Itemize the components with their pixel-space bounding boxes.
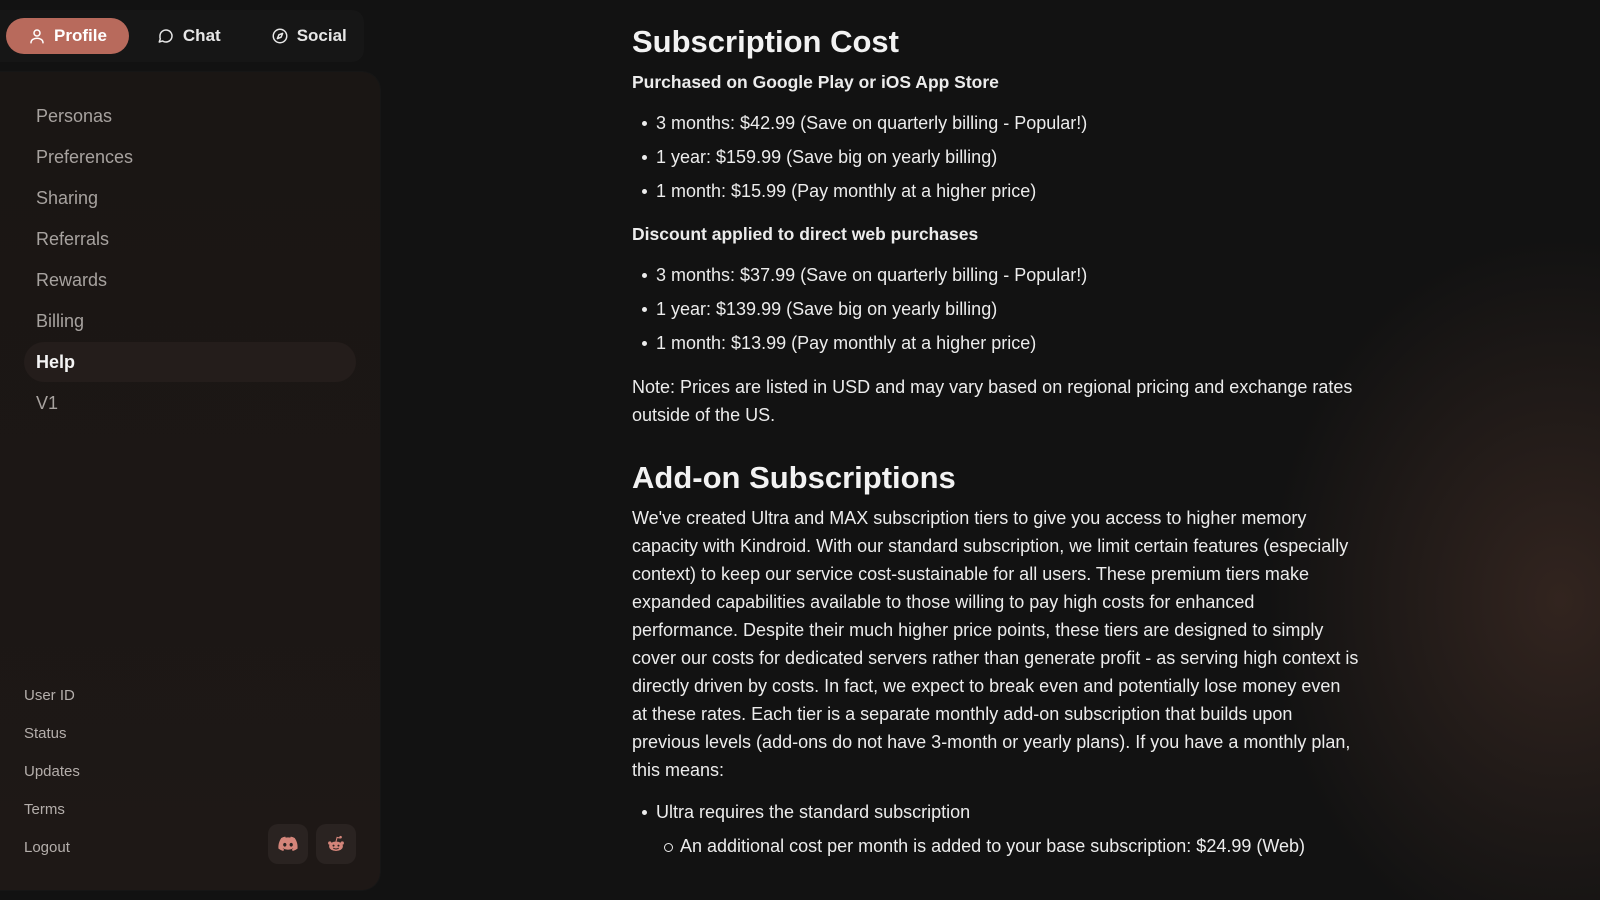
tab-profile[interactable]: Profile xyxy=(6,18,129,54)
tab-label: Social xyxy=(296,26,347,45)
compass-icon xyxy=(272,28,288,44)
addon-paragraph: We've created Ultra and MAX subscription… xyxy=(632,508,1359,780)
section-title-subscription-cost: Subscription Cost xyxy=(632,24,899,59)
help-article: Subscription Cost Purchased on Google Pl… xyxy=(632,22,1360,863)
sidebar-item-preferences[interactable]: Preferences xyxy=(24,137,356,177)
list-item: 1 month: $15.99 (Pay monthly at a higher… xyxy=(632,174,1360,208)
store-price-list: 3 months: $42.99 (Save on quarterly bill… xyxy=(632,106,1360,208)
list-item: 3 months: $37.99 (Save on quarterly bill… xyxy=(632,258,1360,292)
list-item: Ultra requires the standard subscription xyxy=(632,795,1360,829)
addon-list: Ultra requires the standard subscription xyxy=(632,795,1360,829)
web-pricing-heading: Discount applied to direct web purchases xyxy=(632,224,979,244)
top-nav: Profile Chat Social xyxy=(0,10,364,62)
reddit-icon xyxy=(328,835,344,852)
store-pricing-heading: Purchased on Google Play or iOS App Stor… xyxy=(632,72,999,92)
sidebar-menu: Personas Preferences Sharing Referrals R… xyxy=(24,96,356,424)
link-terms[interactable]: Terms xyxy=(24,790,80,828)
discord-icon xyxy=(278,836,298,852)
sidebar-item-sharing[interactable]: Sharing xyxy=(24,178,356,218)
link-user-id[interactable]: User ID xyxy=(24,676,80,714)
link-status[interactable]: Status xyxy=(24,714,80,752)
user-icon xyxy=(30,29,44,44)
chat-bubble-icon xyxy=(158,29,173,43)
list-item: 1 year: $139.99 (Save big on yearly bill… xyxy=(632,292,1360,326)
tab-social[interactable]: Social xyxy=(249,18,369,54)
sidebar-item-v1[interactable]: V1 xyxy=(24,383,356,423)
tab-label: Chat xyxy=(182,26,221,45)
list-item: 1 year: $159.99 (Save big on yearly bill… xyxy=(632,140,1360,174)
sidebar-item-billing[interactable]: Billing xyxy=(24,301,356,341)
section-title-addon-subscriptions: Add-on Subscriptions xyxy=(632,460,956,495)
sidebar-bottom-links: User ID Status Updates Terms Logout xyxy=(24,676,80,866)
sidebar: Personas Preferences Sharing Referrals R… xyxy=(0,72,380,890)
tab-label: Profile xyxy=(54,26,107,45)
reddit-button[interactable] xyxy=(316,824,356,864)
link-updates[interactable]: Updates xyxy=(24,752,80,790)
social-buttons xyxy=(268,824,356,864)
tab-chat[interactable]: Chat xyxy=(135,18,243,54)
discord-button[interactable] xyxy=(268,824,308,864)
sidebar-item-help[interactable]: Help xyxy=(24,342,356,382)
sidebar-item-personas[interactable]: Personas xyxy=(24,96,356,136)
link-logout[interactable]: Logout xyxy=(24,828,80,866)
web-price-list: 3 months: $37.99 (Save on quarterly bill… xyxy=(632,258,1360,360)
sidebar-item-referrals[interactable]: Referrals xyxy=(24,219,356,259)
pricing-note: Note: Prices are listed in USD and may v… xyxy=(632,377,1353,425)
addon-sublist: An additional cost per month is added to… xyxy=(632,829,1360,863)
sidebar-item-rewards[interactable]: Rewards xyxy=(24,260,356,300)
list-item: An additional cost per month is added to… xyxy=(632,829,1360,863)
list-item: 3 months: $42.99 (Save on quarterly bill… xyxy=(632,106,1360,140)
list-item: 1 month: $13.99 (Pay monthly at a higher… xyxy=(632,326,1360,360)
